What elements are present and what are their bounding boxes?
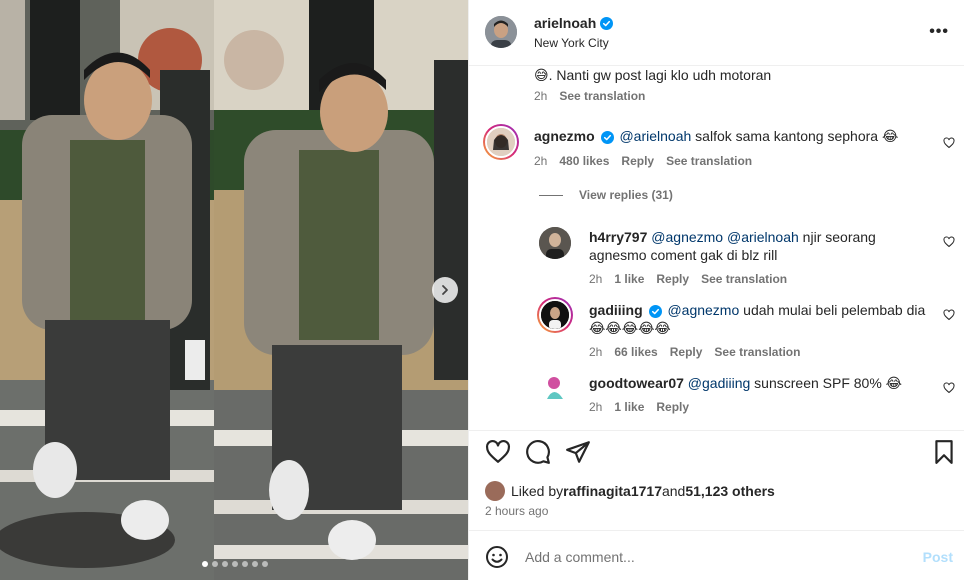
caption-text: . Nanti gw post lagi klo udh motoran <box>548 67 772 83</box>
see-translation-button[interactable]: See translation <box>701 272 787 286</box>
emoji-icon[interactable] <box>485 545 509 569</box>
post-details-pane: arielnoah New York City ••• 😅. Nanti gw … <box>468 0 964 580</box>
bookmark-icon[interactable] <box>931 439 957 465</box>
replies-divider <box>539 194 563 196</box>
comment-text: salfok sama kantong sephora 😂 <box>691 128 899 144</box>
post-media[interactable] <box>0 0 468 580</box>
comment-likes[interactable]: 1 like <box>614 400 644 414</box>
comment-likes[interactable]: 480 likes <box>559 154 609 168</box>
commenter-username[interactable]: gadiiing <box>589 302 643 318</box>
like-comment-heart-icon[interactable] <box>943 382 955 394</box>
reply-button[interactable]: Reply <box>656 272 689 286</box>
comment-likes[interactable]: 66 likes <box>614 345 657 359</box>
liker-username[interactable]: raffinagita1717 <box>563 483 662 499</box>
comment-icon[interactable] <box>525 439 551 465</box>
reply-button[interactable]: Reply <box>621 154 654 168</box>
reply-button[interactable]: Reply <box>656 400 689 414</box>
commenter-avatar <box>485 126 517 158</box>
commenter-avatar[interactable] <box>539 371 571 403</box>
likes-middle: and <box>661 483 686 499</box>
carousel-dot <box>202 561 208 567</box>
reply-body: h4rry797 @agnezmo @arielnoah njir seoran… <box>589 228 899 264</box>
comment-avatar-ring[interactable] <box>537 297 573 333</box>
likes-count[interactable]: 51,123 others <box>685 483 775 499</box>
comment-time: 2h <box>534 154 548 168</box>
like-comment-heart-icon[interactable] <box>943 137 955 149</box>
view-replies-label[interactable]: View replies (31) <box>579 188 673 202</box>
carousel-dot <box>262 561 268 567</box>
comments-list[interactable]: 😅. Nanti gw post lagi klo udh motoran 2h… <box>469 66 964 430</box>
reply-body: goodtowear07 @gadiiing sunscreen SPF 80%… <box>589 374 929 392</box>
see-translation-button[interactable]: See translation <box>714 345 800 359</box>
carousel-next-button[interactable] <box>432 277 458 303</box>
comment-mention[interactable]: @agnezmo <box>667 302 739 318</box>
caption-emoji: 😅 <box>534 67 549 83</box>
caption-tail: 😅. Nanti gw post lagi klo udh motoran <box>534 66 771 84</box>
heart-icon[interactable] <box>485 439 511 465</box>
author-avatar[interactable] <box>485 16 517 48</box>
carousel-dot <box>232 561 238 567</box>
caption-time: 2h <box>534 89 548 103</box>
post-header: arielnoah New York City ••• <box>469 0 964 66</box>
comment-mention[interactable]: @arielnoah <box>619 128 691 144</box>
post-timestamp[interactable]: 2 hours ago <box>485 504 548 518</box>
carousel-indicator <box>202 561 268 567</box>
like-comment-heart-icon[interactable] <box>943 236 955 248</box>
add-comment-bar: Post <box>469 530 964 580</box>
verified-badge-icon <box>648 304 662 318</box>
comment-time: 2h <box>589 345 603 359</box>
verified-badge-icon <box>600 130 614 144</box>
comment-body: agnezmo @arielnoah salfok sama kantong s… <box>534 127 934 145</box>
author-username[interactable]: arielnoah <box>534 15 596 31</box>
reply-meta: 2h 66 likes Reply See translation <box>589 345 800 359</box>
comment-likes[interactable]: 1 like <box>614 272 644 286</box>
reply-button[interactable]: Reply <box>670 345 703 359</box>
carousel-dot <box>212 561 218 567</box>
post-photo-left <box>0 0 214 580</box>
post-actions: Liked by raffinagita1717 and 51,123 othe… <box>469 430 964 530</box>
caption-meta: 2h See translation <box>534 89 645 103</box>
caption-see-translation[interactable]: See translation <box>559 89 645 103</box>
carousel-dot <box>222 561 228 567</box>
commenter-avatar[interactable] <box>539 227 571 259</box>
post-photo-right <box>214 0 468 580</box>
more-options-button[interactable]: ••• <box>929 23 949 41</box>
commenter-avatar <box>539 299 571 331</box>
reply-meta: 2h 1 like Reply <box>589 400 689 414</box>
commenter-username[interactable]: agnezmo <box>534 128 595 144</box>
comment-time: 2h <box>589 272 603 286</box>
see-translation-button[interactable]: See translation <box>666 154 752 168</box>
verified-badge-icon <box>600 16 614 30</box>
likes-summary: Liked by raffinagita1717 and 51,123 othe… <box>485 481 775 501</box>
comment-text: sunscreen SPF 80% 😂 <box>750 375 903 391</box>
liker-avatar[interactable] <box>485 481 505 501</box>
like-comment-heart-icon[interactable] <box>943 309 955 321</box>
reply-meta: 2h 1 like Reply See translation <box>589 272 787 286</box>
share-icon[interactable] <box>565 439 591 465</box>
commenter-username[interactable]: h4rry797 <box>589 229 647 245</box>
comment-meta: 2h 480 likes Reply See translation <box>534 154 752 168</box>
reply-body: gadiiing @agnezmo udah mulai beli pelemb… <box>589 301 929 337</box>
comment-mention[interactable]: @gadiiing <box>688 375 750 391</box>
add-comment-input[interactable] <box>525 545 905 569</box>
carousel-dot <box>242 561 248 567</box>
comment-mention[interactable]: @agnezmo @arielnoah <box>651 229 799 245</box>
carousel-dot <box>252 561 258 567</box>
post-comment-button[interactable]: Post <box>923 549 953 565</box>
comment-time: 2h <box>589 400 603 414</box>
chevron-right-icon <box>442 285 448 295</box>
likes-prefix: Liked by <box>511 483 564 499</box>
commenter-username[interactable]: goodtowear07 <box>589 375 684 391</box>
comment-avatar-ring[interactable] <box>483 124 519 160</box>
post-location[interactable]: New York City <box>534 36 609 50</box>
view-replies-button[interactable]: View replies (31) <box>539 188 673 202</box>
